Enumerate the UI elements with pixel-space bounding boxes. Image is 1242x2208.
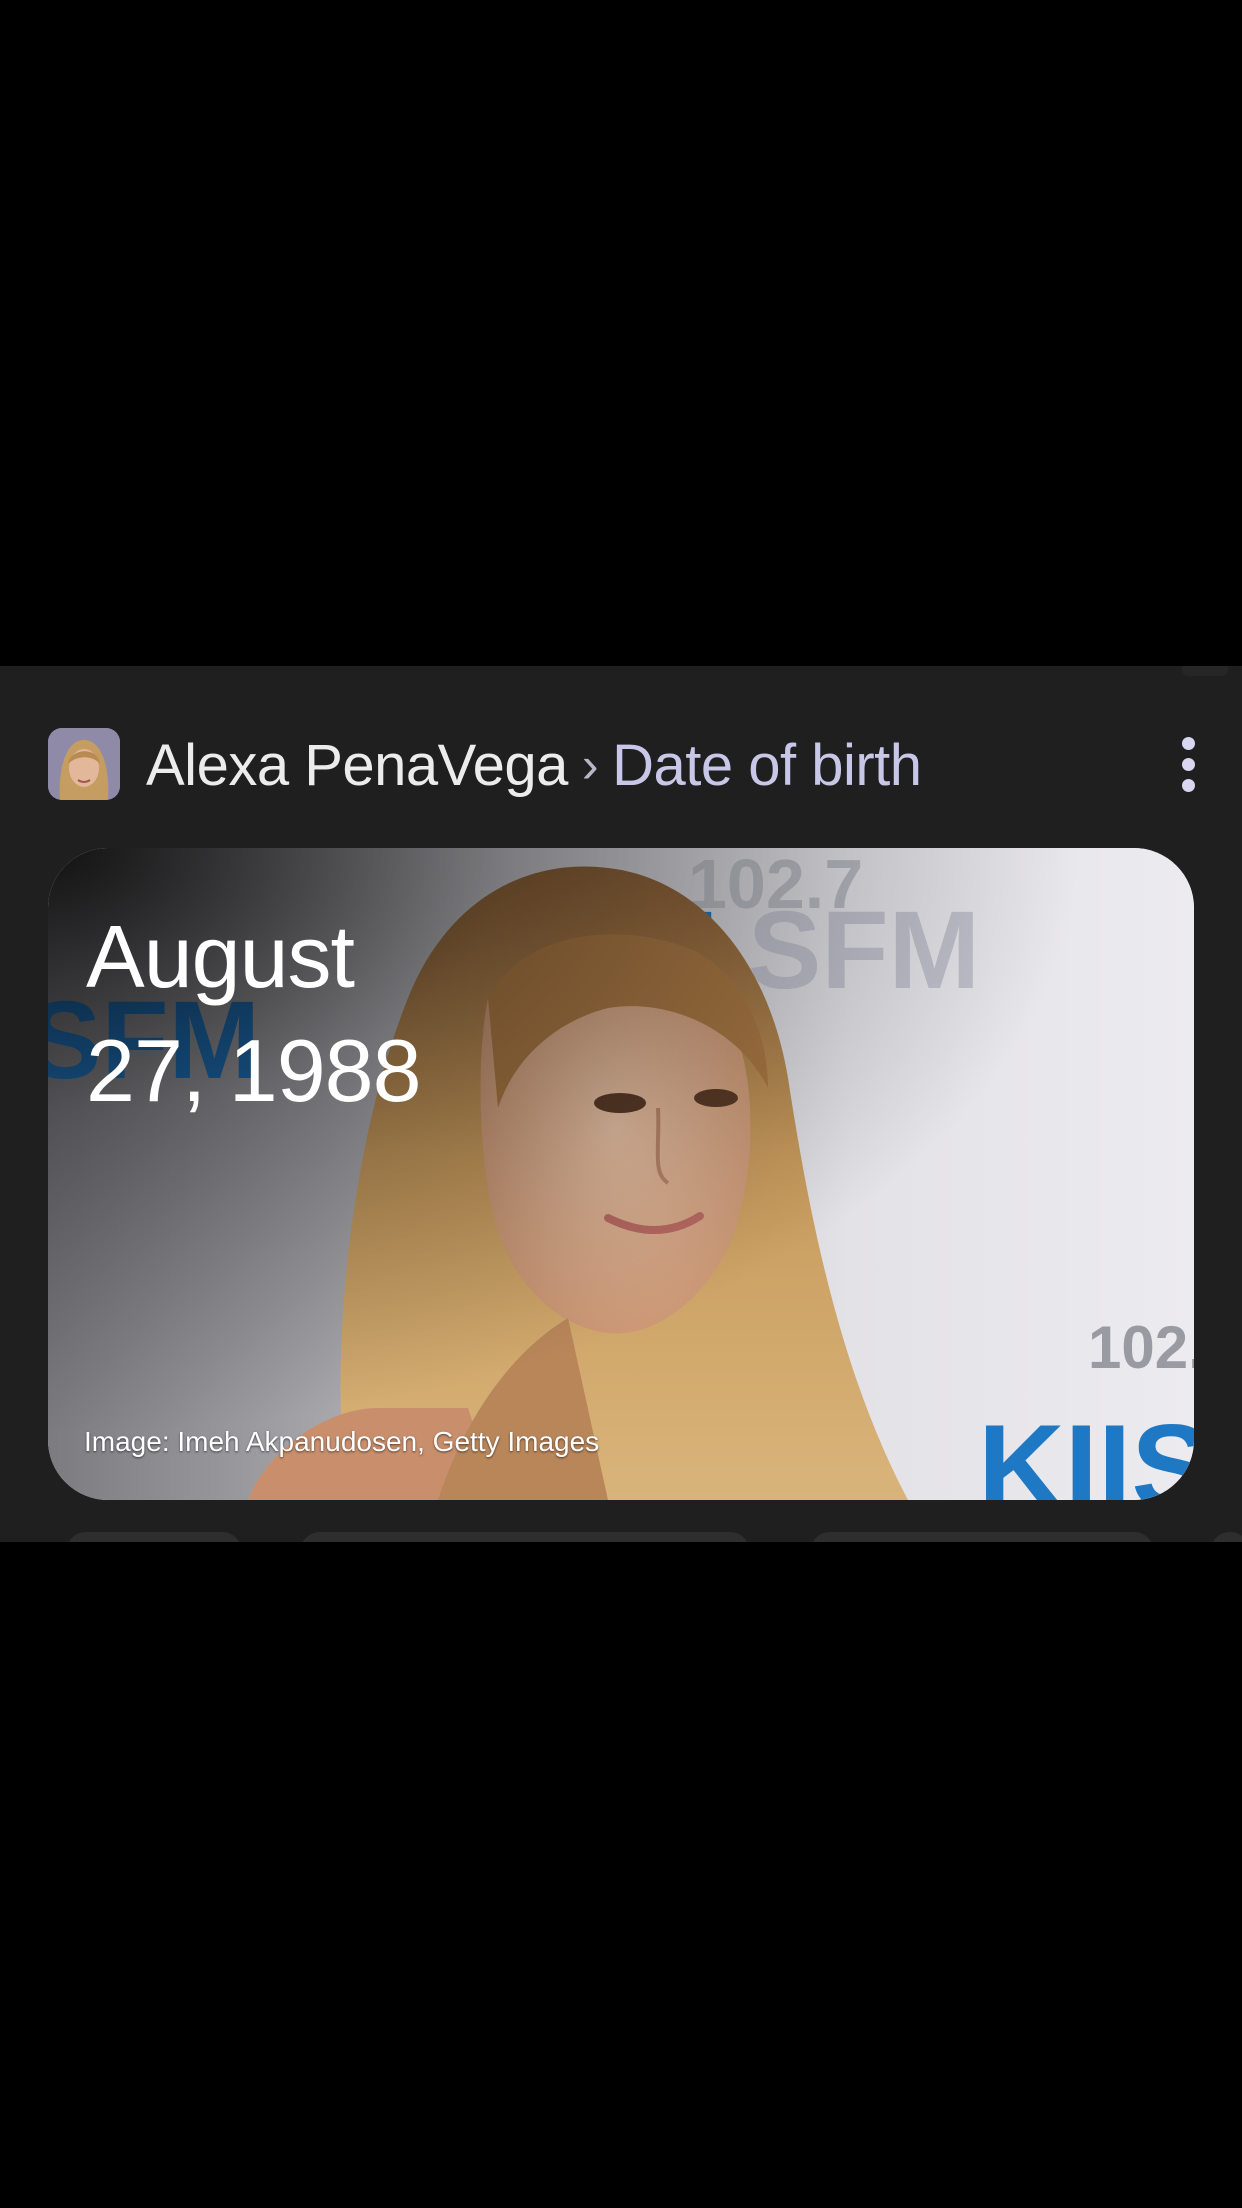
knowledge-panel: Alexa PenaVega › Date of birth August 27…: [0, 666, 1242, 1562]
answer-date-line1: August: [86, 907, 355, 1006]
more-vert-icon[interactable]: [1168, 732, 1208, 796]
entity-avatar[interactable]: [48, 728, 120, 800]
breadcrumb: Alexa PenaVega › Date of birth: [146, 730, 922, 800]
answer-date-line2: 27, 1988: [86, 1021, 422, 1120]
avatar-image: [48, 728, 120, 800]
screen-top-black: [0, 0, 1242, 666]
image-credit: Image: Imeh Akpanudosen, Getty Images: [84, 1426, 600, 1457]
answer-card[interactable]: 102.7 SFM I SFM 102. KIIS August 27, 198…: [48, 848, 1194, 1500]
breadcrumb-entity[interactable]: Alexa PenaVega: [146, 732, 568, 799]
panel-header: Alexa PenaVega › Date of birth: [48, 722, 1208, 800]
breadcrumb-separator: ›: [581, 737, 599, 793]
screen-bottom-black: [0, 1542, 1242, 2208]
breadcrumb-attribute[interactable]: Date of birth: [612, 732, 922, 799]
panel-edge: [1182, 666, 1228, 676]
answer-date: August 27, 1988: [86, 900, 422, 1128]
